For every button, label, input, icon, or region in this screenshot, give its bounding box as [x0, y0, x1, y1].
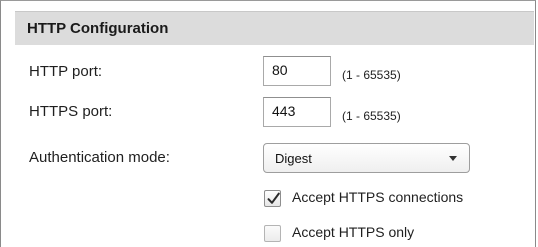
authentication-mode-label: Authentication mode:	[29, 149, 170, 166]
panel-header: HTTP Configuration	[15, 11, 534, 45]
panel-title: HTTP Configuration	[27, 20, 169, 37]
https-port-label: HTTPS port:	[29, 103, 113, 120]
https-port-range-hint: (1 - 65535)	[342, 109, 401, 123]
authentication-mode-select[interactable]: Digest	[263, 143, 470, 173]
accept-https-only-checkbox[interactable]	[264, 225, 281, 242]
http-configuration-panel: HTTP Configuration HTTP port: 80 (1 - 65…	[0, 0, 536, 247]
https-port-value: 443	[272, 103, 296, 119]
authentication-mode-selected-value: Digest	[275, 151, 312, 166]
http-port-value: 80	[272, 62, 288, 78]
https-port-input[interactable]: 443	[263, 97, 331, 127]
accept-https-connections-checkbox[interactable]	[264, 190, 281, 207]
checkmark-icon	[267, 192, 280, 204]
http-port-range-hint: (1 - 65535)	[342, 68, 401, 82]
http-port-input[interactable]: 80	[263, 56, 331, 86]
accept-https-only-label: Accept HTTPS only	[292, 224, 415, 240]
http-port-label: HTTP port:	[29, 63, 103, 80]
chevron-down-icon	[449, 156, 457, 161]
accept-https-connections-label: Accept HTTPS connections	[292, 189, 464, 205]
